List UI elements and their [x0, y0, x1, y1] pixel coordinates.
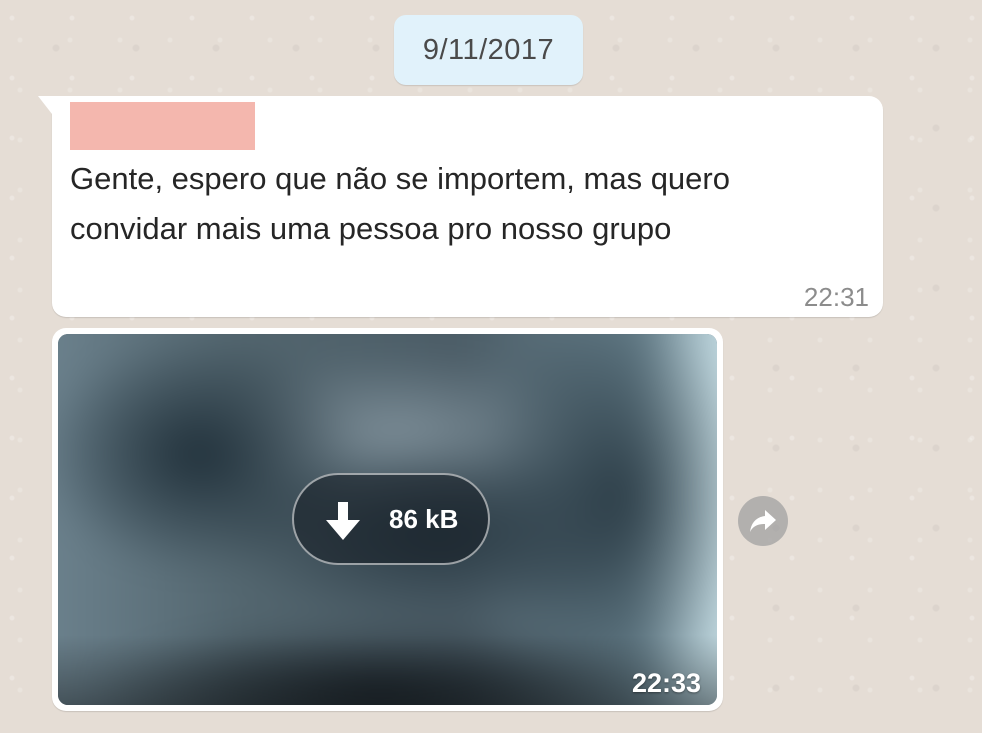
date-divider: 9/11/2017 [394, 15, 583, 85]
message-text: Gente, espero que não se importem, mas q… [70, 154, 860, 254]
date-label: 9/11/2017 [422, 33, 555, 66]
bubble-tail [38, 96, 52, 114]
message-line-1: Gente, espero que não se importem, mas q… [70, 161, 730, 196]
image-timestamp: 22:33 [631, 668, 701, 698]
message-line-2: convidar mais uma pessoa pro nosso grupo [70, 211, 672, 246]
download-arrow-icon [326, 502, 360, 540]
incoming-message-bubble[interactable]: Gente, espero que não se importem, mas q… [38, 96, 883, 317]
sender-name-redacted [70, 102, 255, 150]
download-size-label: 86 kB [389, 504, 459, 534]
image-preview-blurred[interactable]: 86 kB 22:33 [58, 334, 717, 705]
chat-background: 9/11/2017 Gente, espero que não se impor… [0, 0, 982, 733]
incoming-image-bubble[interactable]: 86 kB 22:33 [52, 328, 723, 711]
forward-icon [750, 510, 776, 532]
message-timestamp: 22:31 [803, 282, 869, 312]
forward-button[interactable] [738, 496, 788, 546]
image-bottom-gradient [58, 635, 717, 705]
download-button[interactable]: 86 kB [292, 473, 490, 565]
